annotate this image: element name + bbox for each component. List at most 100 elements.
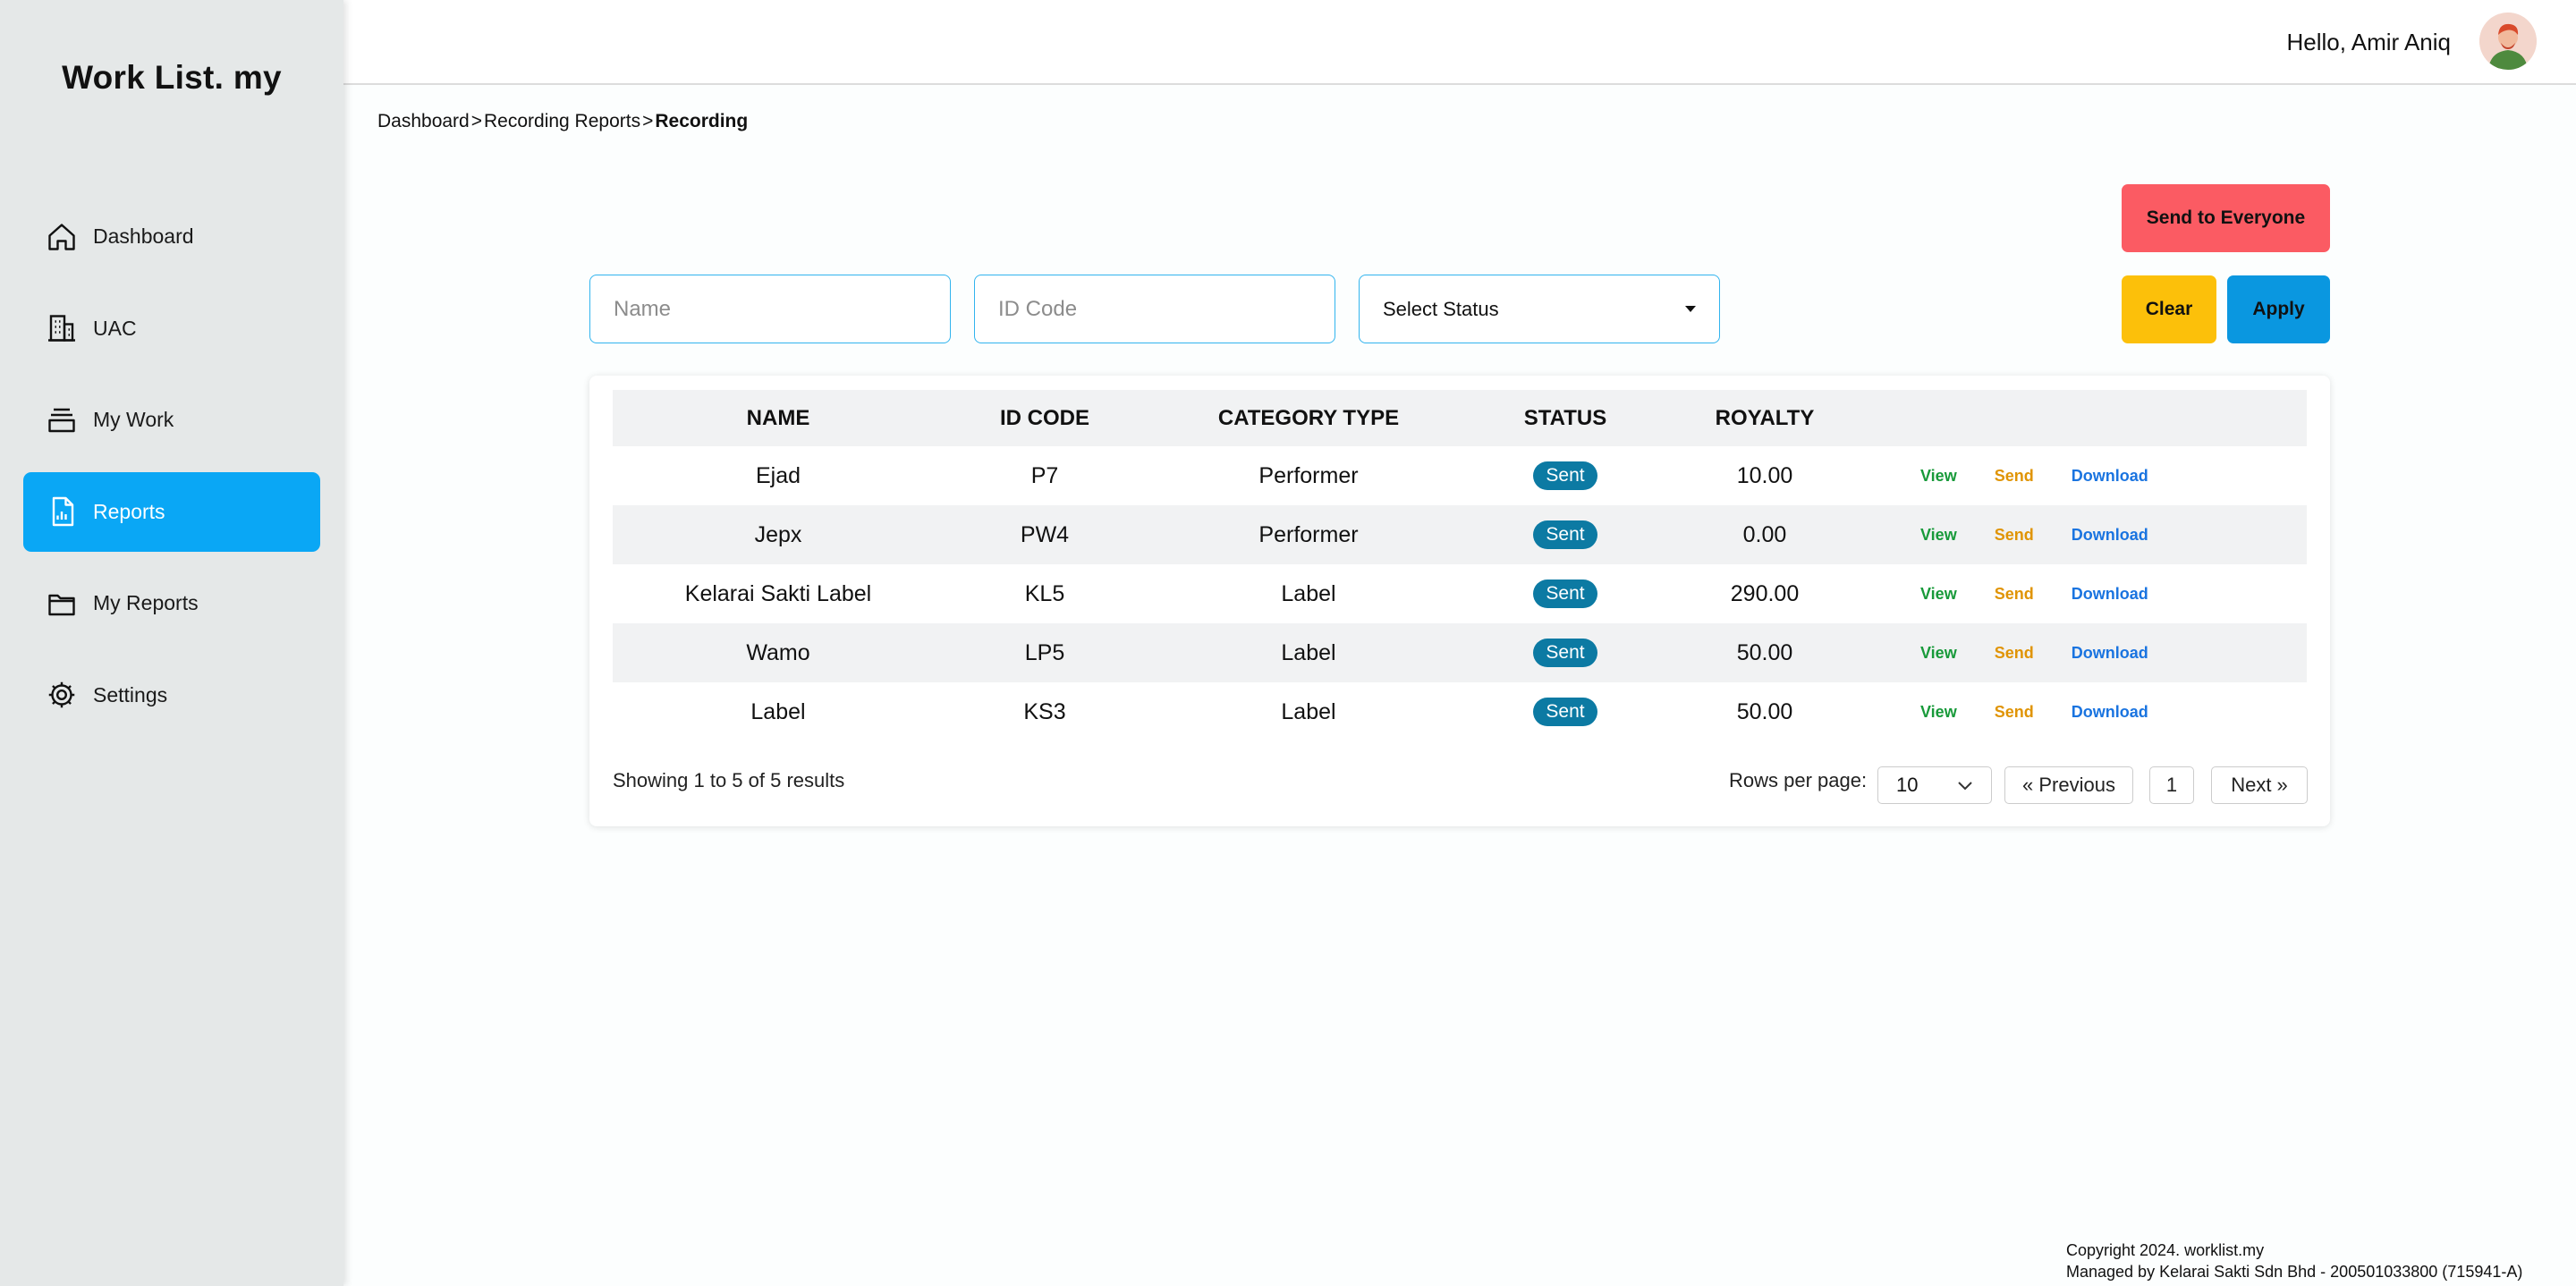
- building-icon: [45, 311, 79, 345]
- clear-button[interactable]: Clear: [2122, 275, 2216, 343]
- cell-category: Label: [1281, 639, 1336, 665]
- view-link[interactable]: View: [1920, 526, 1957, 545]
- send-link[interactable]: Send: [1995, 644, 2034, 663]
- view-link[interactable]: View: [1920, 585, 1957, 604]
- table-header: NAME ID CODE CATEGORY TYPE STATUS ROYALT…: [613, 390, 2307, 446]
- rows-per-page-label: Rows per page:: [1729, 769, 1868, 791]
- row-actions: View Send Download: [1870, 703, 2148, 722]
- column-header-royalty[interactable]: ROYALTY: [1659, 406, 1870, 431]
- breadcrumb-item-recording-reports[interactable]: Recording Reports: [484, 111, 640, 131]
- sidebar-item-label: Dashboard: [93, 224, 194, 248]
- reports-table-card: NAME ID CODE CATEGORY TYPE STATUS ROYALT…: [589, 376, 2330, 826]
- status-badge: Sent: [1533, 698, 1597, 726]
- sidebar-item-my-work[interactable]: My Work: [23, 380, 320, 460]
- status-badge: Sent: [1533, 461, 1597, 490]
- status-select-value: Select Status: [1383, 297, 1499, 320]
- table-row: Kelarai Sakti Label KL5 Label Sent 290.0…: [613, 564, 2307, 623]
- sidebar-item-uac[interactable]: UAC: [23, 289, 320, 368]
- top-bar: Hello, Amir Aniq: [343, 0, 2576, 85]
- cell-royalty: 290.00: [1730, 580, 1800, 606]
- managed-by-text: Managed by Kelarai Sakti Sdn Bhd - 20050…: [2066, 1263, 2523, 1281]
- name-filter-input[interactable]: [589, 275, 951, 343]
- download-link[interactable]: Download: [2072, 703, 2148, 722]
- id-code-filter-input[interactable]: [974, 275, 1335, 343]
- view-link[interactable]: View: [1920, 703, 1957, 722]
- view-link[interactable]: View: [1920, 467, 1957, 486]
- cell-royalty: 0.00: [1742, 521, 1787, 547]
- cell-id-code: PW4: [1020, 521, 1070, 547]
- sidebar-item-reports[interactable]: Reports: [23, 471, 320, 552]
- view-link[interactable]: View: [1920, 644, 1957, 663]
- cell-name: Kelarai Sakti Label: [684, 580, 872, 606]
- breadcrumb-item-current: Recording: [655, 111, 749, 131]
- row-actions: View Send Download: [1870, 585, 2148, 604]
- previous-page-button[interactable]: « Previous: [2004, 766, 2133, 804]
- column-header-name[interactable]: NAME: [613, 406, 944, 431]
- cell-royalty: 50.00: [1736, 698, 1793, 724]
- gear-icon: [45, 678, 79, 712]
- download-link[interactable]: Download: [2072, 644, 2148, 663]
- sidebar-item-label: UAC: [93, 316, 137, 340]
- cell-status: Sent: [1471, 639, 1659, 667]
- next-page-button[interactable]: Next »: [2211, 766, 2308, 804]
- column-header-id-code[interactable]: ID CODE: [944, 406, 1146, 431]
- rows-per-page-select[interactable]: 10: [1877, 766, 1992, 804]
- sidebar-item-label: My Work: [93, 408, 174, 431]
- cell-category: Performer: [1258, 521, 1359, 547]
- breadcrumb: Dashboard>Recording Reports>Recording: [377, 111, 748, 132]
- column-header-category-type[interactable]: CATEGORY TYPE: [1146, 406, 1471, 431]
- send-link[interactable]: Send: [1995, 467, 2034, 486]
- send-link[interactable]: Send: [1995, 703, 2034, 722]
- sidebar-item-my-reports[interactable]: My Reports: [23, 563, 320, 643]
- app-logo[interactable]: Work List. my: [0, 59, 343, 97]
- apply-button[interactable]: Apply: [2227, 275, 2330, 343]
- table-row: Wamo LP5 Label Sent 50.00 View Send Down…: [613, 623, 2307, 682]
- status-badge: Sent: [1533, 639, 1597, 667]
- cell-category: Label: [1281, 698, 1336, 724]
- download-link[interactable]: Download: [2072, 467, 2148, 486]
- send-link[interactable]: Send: [1995, 585, 2034, 604]
- sidebar-item-label: Settings: [93, 682, 168, 706]
- chevron-down-icon: [1957, 774, 1973, 797]
- cell-name: Wamo: [746, 639, 810, 665]
- sidebar-item-dashboard[interactable]: Dashboard: [23, 197, 320, 276]
- breadcrumb-item-dashboard[interactable]: Dashboard: [377, 111, 470, 131]
- table-row: Label KS3 Label Sent 50.00 View Send Dow…: [613, 682, 2307, 741]
- sidebar-item-settings[interactable]: Settings: [23, 656, 320, 735]
- page-number-button[interactable]: 1: [2149, 766, 2194, 804]
- cell-id-code: KS3: [1023, 698, 1066, 724]
- caret-down-icon: [1685, 306, 1696, 312]
- sidebar-item-label: My Reports: [93, 591, 199, 614]
- cell-royalty: 10.00: [1736, 462, 1793, 488]
- row-actions: View Send Download: [1870, 644, 2148, 663]
- cell-royalty: 50.00: [1736, 639, 1793, 665]
- results-summary: Showing 1 to 5 of 5 results: [613, 769, 845, 791]
- home-icon: [45, 220, 79, 254]
- download-link[interactable]: Download: [2072, 585, 2148, 604]
- footer: Copyright 2024. worklist.my Managed by K…: [2066, 1239, 2522, 1282]
- column-header-status[interactable]: STATUS: [1471, 406, 1659, 431]
- cell-id-code: P7: [1030, 462, 1059, 488]
- cell-name: Ejad: [755, 462, 801, 488]
- sidebar-nav: Dashboard UAC My Work Reports My Reports: [23, 197, 320, 747]
- cell-status: Sent: [1471, 698, 1659, 726]
- table-row: Ejad P7 Performer Sent 10.00 View Send D…: [613, 446, 2307, 505]
- sidebar-item-label: Reports: [93, 499, 165, 523]
- send-link[interactable]: Send: [1995, 526, 2034, 545]
- status-select[interactable]: Select Status: [1359, 275, 1720, 343]
- cell-name: Jepx: [754, 521, 802, 547]
- cell-name: Label: [750, 698, 806, 724]
- avatar[interactable]: [2479, 13, 2537, 70]
- rows-per-page-value: 10: [1896, 774, 1919, 796]
- folder-icon: [45, 587, 79, 621]
- cell-status: Sent: [1471, 461, 1659, 490]
- send-to-everyone-button[interactable]: Send to Everyone: [2122, 184, 2330, 252]
- user-greeting: Hello, Amir Aniq: [2286, 29, 2451, 55]
- breadcrumb-separator: >: [642, 111, 654, 131]
- cell-category: Label: [1281, 580, 1336, 606]
- cell-id-code: LP5: [1024, 639, 1065, 665]
- archive-icon: [45, 403, 79, 437]
- cell-id-code: KL5: [1024, 580, 1065, 606]
- download-link[interactable]: Download: [2072, 526, 2148, 545]
- status-badge: Sent: [1533, 520, 1597, 549]
